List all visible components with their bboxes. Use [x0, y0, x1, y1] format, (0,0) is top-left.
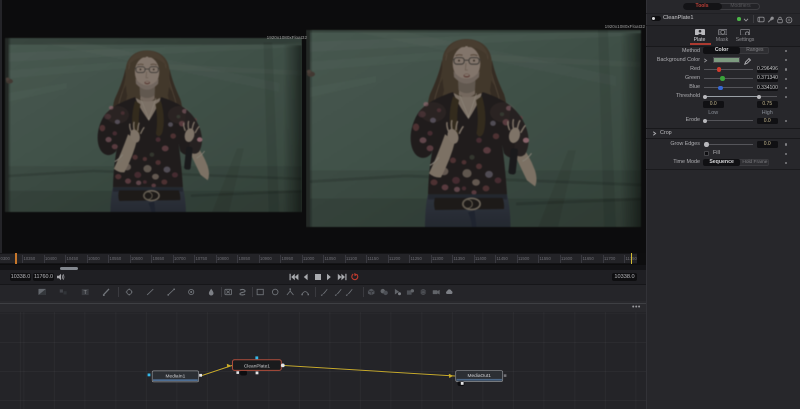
svg-text:MediaOut1: MediaOut1	[467, 373, 491, 379]
svg-text:CleanPlate1: CleanPlate1	[244, 363, 270, 369]
svg-text:T: T	[83, 290, 87, 296]
svg-text:MediaIn1: MediaIn1	[166, 373, 186, 379]
